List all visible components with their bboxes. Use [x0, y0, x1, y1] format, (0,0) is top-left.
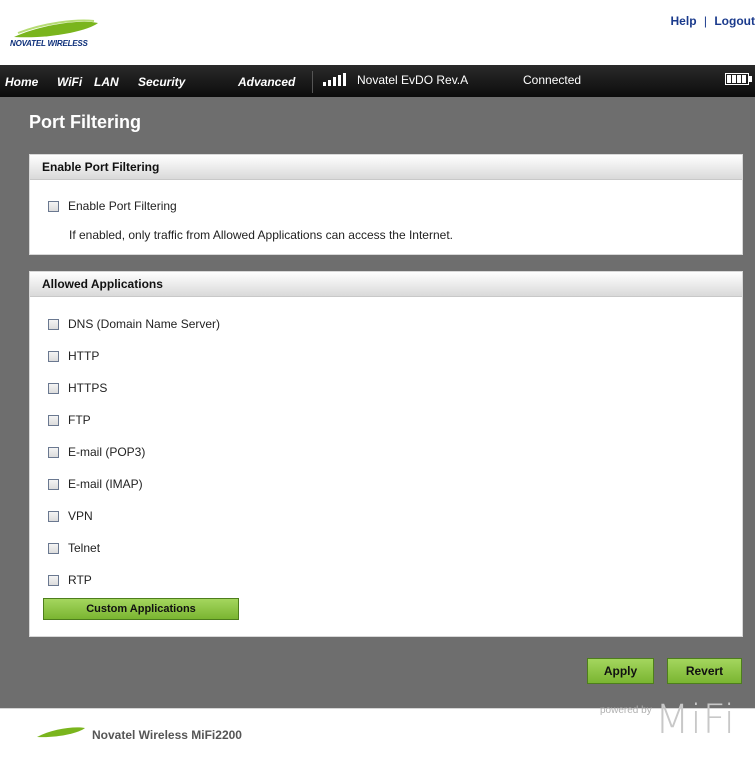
app-checkbox[interactable] — [48, 574, 59, 586]
mifi-brand-logo: MiFi — [655, 697, 736, 743]
app-label: HTTPS — [68, 381, 108, 395]
link-separator: | — [703, 14, 707, 28]
app-option-ftp[interactable]: FTP — [48, 413, 91, 427]
tab-security[interactable]: Security — [138, 75, 185, 89]
app-label: VPN — [68, 509, 93, 523]
product-name: Novatel Wireless MiFi2200 — [92, 728, 242, 742]
logout-link[interactable]: Logout — [714, 14, 755, 28]
carrier-name: Novatel EvDO Rev.A — [357, 73, 469, 87]
tab-wifi[interactable]: WiFi — [57, 75, 82, 89]
header: NOVATEL WIRELESS Help | Logout — [0, 0, 755, 64]
port-filtering-note: If enabled, only traffic from Allowed Ap… — [69, 228, 453, 242]
app-label: E-mail (IMAP) — [68, 477, 143, 491]
app-label: DNS (Domain Name Server) — [68, 317, 221, 331]
app-option-telnet[interactable]: Telnet — [48, 541, 100, 555]
app-option-imap[interactable]: E-mail (IMAP) — [48, 477, 143, 491]
panel-heading: Allowed Applications — [30, 272, 742, 297]
tab-home[interactable]: Home — [5, 75, 38, 89]
app-option-http[interactable]: HTTP — [48, 349, 99, 363]
app-label: HTTP — [68, 349, 100, 363]
checkbox-label: Enable Port Filtering — [68, 199, 177, 213]
nav-bar: Home WiFi LAN Security Advanced Novatel … — [0, 65, 755, 97]
app-checkbox[interactable] — [48, 446, 59, 458]
app-option-https[interactable]: HTTPS — [48, 381, 107, 395]
tab-lan[interactable]: LAN — [94, 75, 119, 89]
content-area: Port Filtering Enable Port Filtering Ena… — [0, 97, 755, 708]
help-link[interactable]: Help — [671, 14, 697, 28]
signal-strength-icon — [323, 73, 346, 86]
app-checkbox[interactable] — [48, 350, 59, 362]
app-option-dns[interactable]: DNS (Domain Name Server) — [48, 317, 220, 331]
app-checkbox[interactable] — [48, 510, 59, 522]
nav-divider — [312, 71, 313, 93]
app-checkbox[interactable] — [48, 414, 59, 426]
connection-status: Connected — [523, 73, 582, 87]
app-label: RTP — [68, 573, 92, 587]
app-option-pop3[interactable]: E-mail (POP3) — [48, 445, 145, 459]
novatel-footer-logo-icon — [37, 727, 85, 738]
page-title: Port Filtering — [29, 112, 141, 132]
allowed-applications-panel: Allowed Applications DNS (Domain Name Se… — [29, 271, 743, 637]
app-checkbox[interactable] — [48, 478, 59, 490]
enable-port-filtering-checkbox[interactable] — [48, 200, 59, 212]
app-checkbox[interactable] — [48, 382, 59, 394]
panel-heading: Enable Port Filtering — [30, 155, 742, 180]
app-checkbox[interactable] — [48, 318, 59, 330]
footer: Novatel Wireless MiFi2200 powered by MiF… — [0, 697, 755, 759]
enable-port-filtering-panel: Enable Port Filtering Enable Port Filter… — [29, 154, 743, 255]
tab-advanced[interactable]: Advanced — [238, 75, 295, 89]
app-label: FTP — [68, 413, 91, 427]
top-links: Help | Logout — [671, 14, 755, 28]
app-checkbox[interactable] — [48, 542, 59, 554]
custom-applications-button[interactable]: Custom Applications — [43, 598, 239, 620]
apply-button[interactable]: Apply — [587, 658, 654, 684]
battery-icon — [725, 73, 752, 85]
revert-button[interactable]: Revert — [667, 658, 742, 684]
powered-by-text: powered by — [600, 705, 652, 716]
app-option-rtp[interactable]: RTP — [48, 573, 92, 587]
app-option-vpn[interactable]: VPN — [48, 509, 93, 523]
app-label: Telnet — [68, 541, 101, 555]
app-label: E-mail (POP3) — [68, 445, 146, 459]
logo-text: NOVATEL WIRELESS — [10, 39, 88, 48]
enable-port-filtering-option[interactable]: Enable Port Filtering — [48, 199, 177, 213]
